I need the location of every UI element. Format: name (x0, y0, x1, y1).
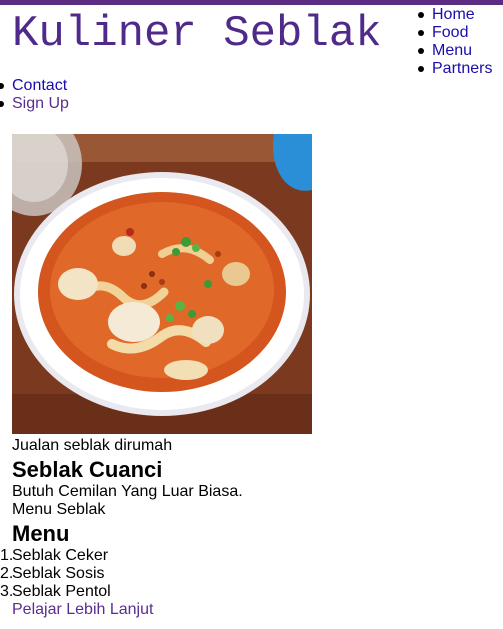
menu-list: 1. Seblak Ceker 2. Seblak Sosis 3. Seblak P… (0, 547, 111, 601)
list-item-label: Seblak Ceker (12, 547, 109, 564)
learn-more-link[interactable]: Pelajar Lebih Lanjut (12, 601, 153, 619)
list-item-label: Seblak Sosis (12, 565, 105, 582)
hero-caption: Jualan seblak dirumah (12, 437, 173, 454)
list-item: 2. Seblak Sosis (0, 565, 111, 583)
nav-link-home[interactable]: Home (432, 6, 475, 23)
list-item: 1. Seblak Ceker (0, 547, 111, 565)
nav-item-partners: Partners (417, 60, 492, 78)
main-nav: Home Food Menu Partners (417, 6, 492, 78)
page-title: Seblak Cuanci (12, 457, 163, 482)
list-item: 3. Seblak Pentol (0, 583, 111, 601)
nav-item-food: Food (417, 24, 492, 42)
nav-link-contact[interactable]: Contact (12, 77, 67, 94)
seblak-bowl-illustration (12, 134, 312, 434)
top-accent-bar (0, 0, 503, 5)
nav-link-sign-up[interactable]: Sign Up (12, 95, 69, 112)
site-logo[interactable]: Kuliner Seblak (12, 8, 382, 60)
tagline: Butuh Cemilan Yang Luar Biasa. (12, 483, 243, 500)
nav-link-food[interactable]: Food (432, 24, 468, 41)
hero-image-seblak-bowl (12, 134, 312, 434)
nav-item-contact: Contact (0, 77, 69, 95)
list-item-number: 1. (0, 547, 14, 564)
menu-subtitle: Menu Seblak (12, 501, 106, 518)
list-item-number: 2. (0, 565, 14, 582)
secondary-nav: Contact Sign Up (0, 77, 69, 113)
list-item-label: Seblak Pentol (12, 583, 111, 600)
nav-link-menu[interactable]: Menu (432, 42, 472, 59)
nav-item-home: Home (417, 6, 492, 24)
nav-item-menu: Menu (417, 42, 492, 60)
menu-heading: Menu (12, 521, 70, 546)
nav-item-sign-up: Sign Up (0, 95, 69, 113)
nav-link-partners[interactable]: Partners (432, 60, 492, 77)
list-item-number: 3. (0, 583, 14, 600)
